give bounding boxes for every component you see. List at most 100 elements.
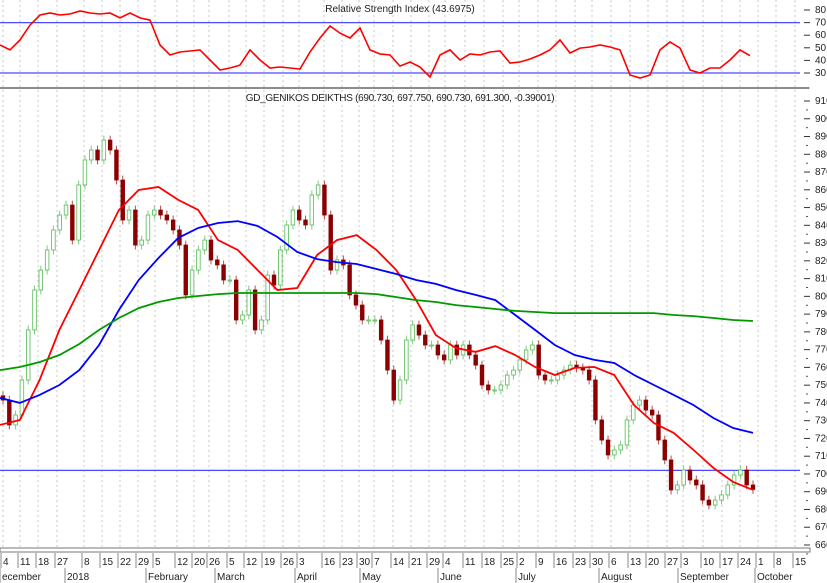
candle-up	[624, 419, 630, 446]
candle-down	[271, 274, 277, 286]
price-tick-label: 780	[815, 327, 827, 338]
candle-down	[183, 244, 188, 296]
candle-down	[416, 324, 422, 336]
date-tick-label: 12	[177, 557, 189, 568]
price-title: GD_GENIKOS DEIKTHS (690.730, 697.750, 69…	[246, 93, 554, 104]
candle-down	[95, 149, 100, 161]
candle-down	[303, 219, 308, 226]
candle-up	[278, 249, 283, 286]
price-tick-label: 810	[815, 274, 827, 285]
candle-up	[397, 379, 403, 401]
date-tick-label: 10	[703, 557, 715, 568]
candle-down	[133, 209, 138, 246]
candle-down	[694, 479, 699, 486]
month-label: April	[297, 572, 317, 583]
candle-up	[530, 344, 535, 351]
date-tick-label: 22	[120, 557, 132, 568]
candle-down	[656, 414, 661, 441]
candle-down	[114, 149, 119, 181]
candle-down	[599, 419, 604, 441]
candle-up	[57, 214, 62, 231]
candle-down	[423, 334, 428, 346]
date-tick-label: 27	[57, 557, 69, 568]
month-label: March	[217, 572, 245, 583]
candle-down	[473, 354, 478, 366]
stock-chart: Relative Strength Index (43.6975) GD_GEN…	[0, 0, 827, 583]
price-tick-label: 910	[815, 96, 827, 107]
date-tick-label: 2	[519, 557, 525, 568]
date-tick-label: 30	[359, 557, 371, 568]
candle-down	[435, 344, 441, 356]
candle-down	[643, 399, 649, 411]
candle-up	[448, 344, 453, 361]
date-tick-label: 5	[229, 557, 235, 568]
candle-up	[32, 289, 37, 331]
month-label: September	[680, 572, 730, 583]
candle-down	[454, 344, 459, 356]
candle-up	[51, 229, 56, 251]
candle-up	[738, 469, 743, 476]
date-tick-label: 16	[556, 557, 568, 568]
price-tick-label: 750	[815, 380, 827, 391]
date-tick-label: 26	[283, 557, 295, 568]
candle-down	[605, 439, 611, 456]
candle-down	[536, 344, 541, 376]
candle-down	[107, 139, 113, 151]
date-tick-label: 8	[84, 557, 90, 568]
date-tick-label: 26	[209, 557, 221, 568]
candle-up	[637, 399, 642, 406]
price-tick-label: 690	[815, 487, 827, 498]
candle-up	[675, 484, 680, 491]
price-tick-label: 730	[815, 416, 827, 427]
x-axis: 4 11 18 27 8 15 22 29 5 12 20 26 5 12 19 26 3 16 23 30 7 14 21…	[0, 547, 811, 583]
candle-down	[687, 469, 693, 481]
candle-down	[353, 294, 359, 306]
candle-up	[259, 319, 264, 331]
price-tick-label: 720	[815, 433, 827, 444]
date-tick-label: 29	[138, 557, 150, 568]
date-tick-label: 29	[429, 557, 441, 568]
candle-down	[479, 364, 485, 386]
x-axis-border	[0, 547, 811, 553]
candle-down	[208, 239, 214, 261]
candle-up	[555, 374, 560, 381]
candle-up	[26, 329, 31, 381]
candle-down	[700, 484, 705, 501]
candle-down	[347, 264, 352, 296]
candle-down	[706, 499, 712, 506]
candle-up	[196, 249, 201, 271]
price-tick-label: 770	[815, 345, 827, 356]
candle-up	[152, 209, 157, 216]
y-axis: 80 7060 5040 30 910 900 890 880 870 860 850 840 830 8…	[804, 0, 827, 555]
candle-up	[202, 239, 207, 251]
candle-down	[7, 399, 12, 426]
candle-down	[668, 459, 674, 491]
candle-up	[82, 159, 88, 186]
month-label: ecember	[2, 572, 42, 583]
candle-up	[315, 184, 321, 196]
date-tick-label: 13	[630, 557, 642, 568]
date-tick-label: 20	[648, 557, 660, 568]
candle-up	[284, 224, 289, 251]
date-tick-label: 18	[38, 557, 50, 568]
candle-up	[372, 319, 378, 322]
price-tick-label: 700	[815, 469, 827, 480]
candle-up	[290, 209, 296, 226]
price-tick-label: 850	[815, 203, 827, 214]
date-tick-label: 7	[374, 557, 380, 568]
candle-up	[227, 279, 233, 282]
rsi-tick-label: 80	[815, 5, 827, 16]
candle-up	[612, 449, 617, 456]
rsi-tick-label: 40	[815, 55, 827, 66]
month-label: June	[440, 572, 462, 583]
candle-up	[725, 484, 730, 496]
date-tick-label: 16	[324, 557, 336, 568]
month-label: August	[601, 572, 632, 583]
date-tick-label: 6	[611, 557, 617, 568]
candle-down	[649, 409, 655, 416]
candle-up	[309, 194, 315, 226]
date-tick-label: 27	[667, 557, 679, 568]
candle-down	[744, 469, 749, 486]
candle-down	[391, 369, 396, 401]
candle-up	[618, 444, 623, 451]
